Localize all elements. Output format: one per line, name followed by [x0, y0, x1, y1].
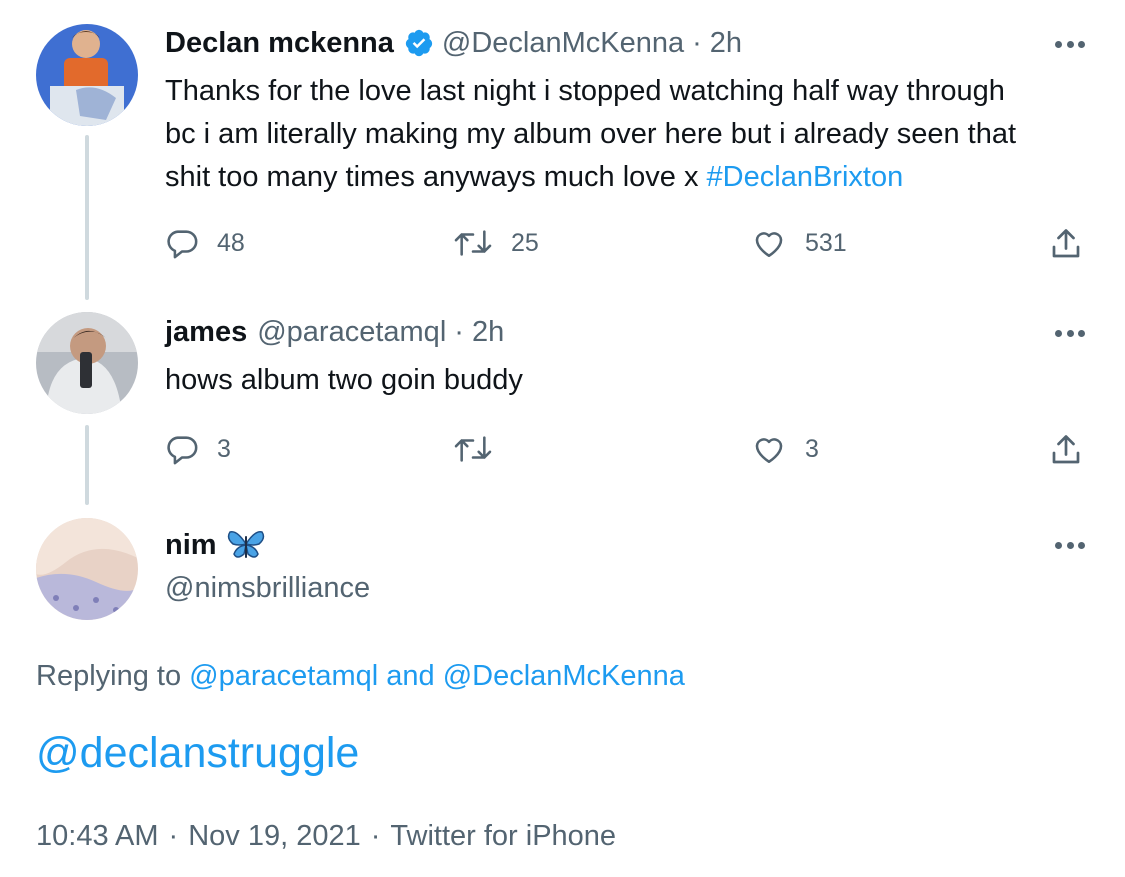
separator: ·: [168, 820, 179, 852]
tweet-source[interactable]: Twitter for iPhone: [390, 820, 616, 852]
share-button[interactable]: [1048, 432, 1084, 468]
display-name[interactable]: nim: [165, 527, 217, 563]
reply-count: 3: [217, 434, 231, 463]
like-count: 531: [805, 228, 847, 257]
heart-icon: [755, 232, 783, 258]
retweet-icon: [454, 230, 492, 256]
tweet-date[interactable]: Nov 19, 2021: [188, 820, 361, 852]
display-name[interactable]: Declan mckenna: [165, 25, 394, 61]
tweet-header: nim: [165, 527, 265, 563]
more-options-icon[interactable]: [1055, 328, 1085, 338]
retweet-icon: [454, 436, 492, 462]
like-button[interactable]: 3: [751, 432, 819, 466]
reply-button[interactable]: 48: [165, 226, 245, 260]
tweet-header: james @paracetamql · 2h: [165, 314, 504, 350]
timestamp[interactable]: 2h: [710, 25, 742, 61]
username[interactable]: @nimsbrilliance: [165, 570, 370, 606]
mention-link[interactable]: @DeclanMcKenna: [443, 660, 685, 692]
mention-link[interactable]: @paracetamql: [189, 660, 378, 692]
retweet-button[interactable]: [453, 432, 493, 466]
separator: ·: [692, 27, 702, 59]
separator: ·: [370, 820, 381, 852]
tweet-time[interactable]: 10:43 AM: [36, 820, 159, 852]
reply-icon: [167, 230, 198, 259]
like-count: 3: [805, 434, 819, 463]
replying-and: and: [378, 660, 443, 692]
share-icon: [1052, 435, 1080, 464]
share-button[interactable]: [1048, 226, 1084, 262]
retweet-button[interactable]: 25: [453, 226, 539, 260]
tweet-text-line: shit too many times anyways much love x …: [165, 156, 1016, 199]
username[interactable]: @paracetamql: [257, 314, 446, 350]
reply-button[interactable]: 3: [165, 432, 231, 466]
tweet-text-span: shit too many times anyways much love x: [165, 161, 707, 193]
display-name[interactable]: james: [165, 314, 247, 350]
more-options-icon[interactable]: [1055, 39, 1085, 49]
like-button[interactable]: 531: [751, 226, 847, 260]
avatar[interactable]: [36, 312, 138, 414]
heart-icon: [755, 438, 783, 464]
verified-badge-icon: [404, 28, 434, 58]
username-row: @nimsbrilliance: [165, 570, 370, 606]
retweet-count: 25: [511, 228, 539, 257]
share-icon: [1052, 229, 1080, 258]
reply-count: 48: [217, 228, 245, 257]
tweet-text-mention[interactable]: @declanstruggle: [36, 726, 359, 780]
separator: ·: [454, 316, 464, 348]
avatar[interactable]: [36, 518, 138, 620]
tweet-text-line: bc i am literally making my album over h…: [165, 118, 1017, 150]
reply-icon: [167, 436, 198, 465]
replying-prefix: Replying to: [36, 660, 190, 692]
tweet-text: hows album two goin buddy: [165, 364, 523, 396]
hashtag-link[interactable]: #DeclanBrixton: [707, 161, 904, 193]
tweet-header: Declan mckenna @DeclanMcKenna · 2h: [165, 25, 742, 61]
timestamp[interactable]: 2h: [472, 314, 504, 350]
avatar[interactable]: [36, 24, 138, 126]
tweet-text-line: Thanks for the love last night i stopped…: [165, 75, 1005, 107]
username[interactable]: @DeclanMcKenna: [442, 25, 684, 61]
thread-connector-1: [85, 135, 89, 300]
more-options-icon[interactable]: [1055, 540, 1085, 550]
tweet-meta: 10:43 AM · Nov 19, 2021 · Twitter for iPhone: [36, 816, 616, 856]
thread-connector-2: [85, 425, 89, 505]
replying-to: Replying to @paracetamql and @DeclanMcKe…: [36, 656, 685, 696]
tweet-text: Thanks for the love last night i stopped…: [165, 70, 1016, 199]
butterfly-icon: [227, 528, 265, 562]
